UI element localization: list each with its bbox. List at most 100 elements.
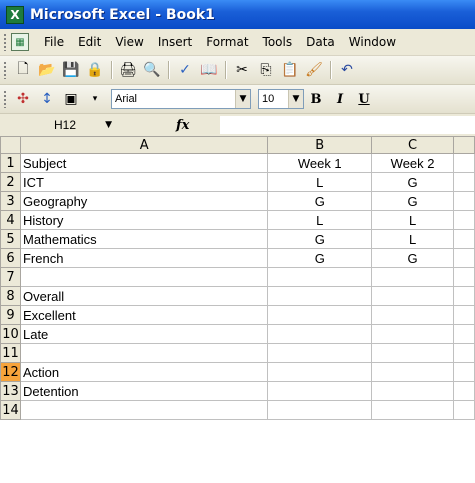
column-header-d[interactable]	[453, 136, 475, 154]
format-painter-icon[interactable]: 🖌	[303, 59, 325, 81]
cell[interactable]: L	[267, 210, 373, 230]
cell[interactable]: G	[267, 191, 373, 211]
cell[interactable]	[453, 362, 475, 382]
copy-icon[interactable]: ⎘	[255, 59, 277, 81]
cell[interactable]	[267, 343, 373, 363]
row-header[interactable]: 7	[0, 267, 21, 287]
drawing-icon[interactable]: ✣	[12, 88, 34, 110]
menu-view[interactable]: View	[108, 35, 150, 49]
cell[interactable]: Geography	[19, 191, 269, 211]
cell[interactable]: G	[267, 248, 373, 268]
cell[interactable]: Week 1	[267, 153, 373, 173]
cell[interactable]: Action	[19, 362, 269, 382]
function-icon[interactable]: fx	[176, 118, 189, 133]
camera-icon[interactable]: ▣	[60, 88, 82, 110]
research-icon[interactable]: 📖	[198, 59, 220, 81]
row-header[interactable]: 10	[0, 324, 21, 344]
cell[interactable]	[453, 153, 475, 173]
select-all-corner[interactable]	[0, 136, 21, 154]
menu-tools[interactable]: Tools	[256, 35, 300, 49]
row-header[interactable]: 5	[0, 229, 21, 249]
cell[interactable]: L	[267, 172, 373, 192]
row-header[interactable]: 8	[0, 286, 21, 306]
permission-icon[interactable]: 🔒	[84, 59, 106, 81]
cell[interactable]	[453, 400, 475, 420]
cell[interactable]	[371, 324, 455, 344]
cell[interactable]: Subject	[19, 153, 269, 173]
cell[interactable]	[267, 324, 373, 344]
cell[interactable]: Mathematics	[19, 229, 269, 249]
row-header[interactable]: 3	[0, 191, 21, 211]
row-header-selected[interactable]: 12	[0, 362, 21, 382]
cell[interactable]	[371, 381, 455, 401]
bold-button[interactable]: B	[304, 92, 328, 107]
cell[interactable]	[453, 210, 475, 230]
column-header-a[interactable]: A	[19, 136, 269, 154]
cell[interactable]	[267, 286, 373, 306]
row-header[interactable]: 4	[0, 210, 21, 230]
new-icon[interactable]: 🗋	[12, 59, 34, 81]
cell[interactable]: G	[267, 229, 373, 249]
save-icon[interactable]: 💾	[60, 59, 82, 81]
cell[interactable]	[453, 381, 475, 401]
row-header[interactable]: 11	[0, 343, 21, 363]
chevron-down-icon[interactable]: ▼	[235, 90, 250, 108]
row-header[interactable]: 6	[0, 248, 21, 268]
row-header[interactable]: 14	[0, 400, 21, 420]
cell[interactable]: French	[19, 248, 269, 268]
formula-input[interactable]	[220, 116, 475, 134]
menu-window[interactable]: Window	[342, 35, 403, 49]
menu-file[interactable]: File	[37, 35, 71, 49]
cell[interactable]: History	[19, 210, 269, 230]
cell[interactable]	[453, 305, 475, 325]
document-icon[interactable]: ▦	[11, 33, 29, 51]
row-header[interactable]: 13	[0, 381, 21, 401]
font-size-select[interactable]: 10 ▼	[258, 89, 304, 109]
cell[interactable]	[371, 267, 455, 287]
row-header[interactable]: 2	[0, 172, 21, 192]
cell[interactable]	[267, 400, 373, 420]
column-header-c[interactable]: C	[371, 136, 455, 154]
cell[interactable]: Week 2	[371, 153, 455, 173]
column-header-b[interactable]: B	[267, 136, 373, 154]
cell[interactable]	[267, 381, 373, 401]
cell[interactable]	[19, 267, 269, 287]
underline-button[interactable]: U	[352, 92, 376, 107]
toolbar-grip[interactable]	[3, 33, 7, 51]
cell[interactable]	[19, 343, 269, 363]
cell[interactable]	[453, 172, 475, 192]
cell[interactable]	[371, 400, 455, 420]
cell[interactable]	[267, 362, 373, 382]
menu-edit[interactable]: Edit	[71, 35, 108, 49]
cell[interactable]	[371, 305, 455, 325]
menu-insert[interactable]: Insert	[151, 35, 199, 49]
paste-icon[interactable]: 📋	[279, 59, 301, 81]
undo-icon[interactable]: ↶	[336, 59, 358, 81]
toolbar-options-icon[interactable]: ▾	[84, 88, 106, 110]
excel-icon[interactable]: X	[6, 5, 24, 24]
chevron-down-icon[interactable]: ▼	[105, 120, 112, 130]
cell[interactable]	[453, 343, 475, 363]
cell[interactable]: Excellent	[19, 305, 269, 325]
cell[interactable]	[19, 400, 269, 420]
name-box[interactable]: H12 ▼	[6, 115, 116, 135]
cell[interactable]	[453, 324, 475, 344]
italic-button[interactable]: I	[328, 92, 352, 107]
print-icon[interactable]: 🖨	[117, 59, 139, 81]
menu-data[interactable]: Data	[299, 35, 342, 49]
cell[interactable]	[371, 362, 455, 382]
cell[interactable]	[267, 305, 373, 325]
open-icon[interactable]: 📂	[36, 59, 58, 81]
cell[interactable]	[453, 286, 475, 306]
cell[interactable]	[371, 286, 455, 306]
cell[interactable]	[453, 267, 475, 287]
chevron-down-icon[interactable]: ▼	[288, 90, 303, 108]
cell[interactable]	[453, 191, 475, 211]
cell[interactable]	[371, 343, 455, 363]
row-header[interactable]: 1	[0, 153, 21, 173]
cell[interactable]: G	[371, 172, 455, 192]
cell[interactable]: L	[371, 229, 455, 249]
toolbar-grip[interactable]	[3, 90, 7, 108]
print-preview-icon[interactable]: 🔍	[141, 59, 163, 81]
cell[interactable]	[267, 267, 373, 287]
